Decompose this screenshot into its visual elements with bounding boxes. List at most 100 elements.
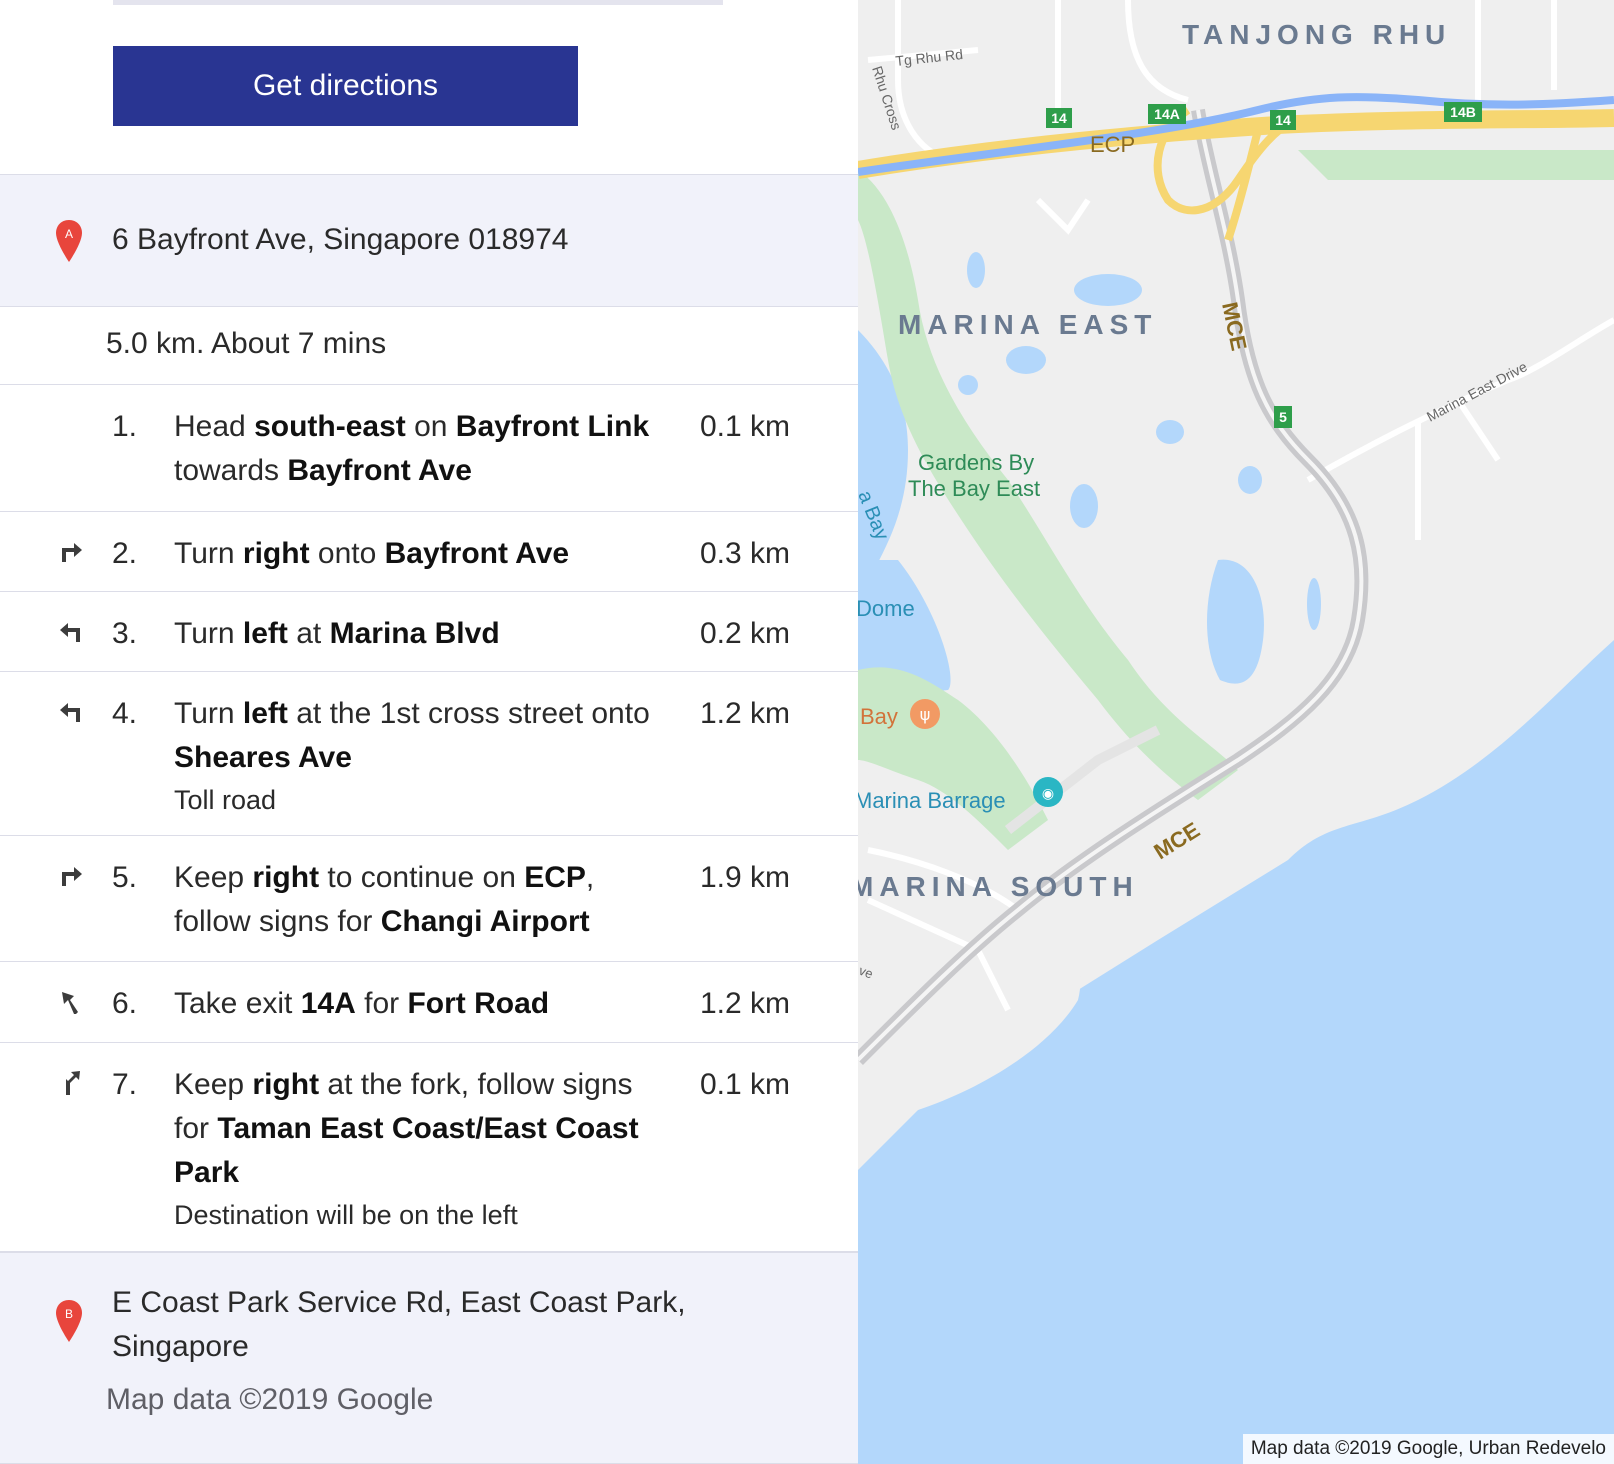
step-distance: 0.1 km xyxy=(700,1068,791,1101)
step-instruction-emphasis: Fort Road xyxy=(407,987,550,1020)
marker-a-icon: A xyxy=(56,220,82,262)
step-instruction: Take exit 14A for Fort Road xyxy=(174,982,664,1026)
destination-waypoint[interactable]: B E Coast Park Service Rd, East Coast Pa… xyxy=(0,1252,858,1464)
pond xyxy=(1074,274,1142,306)
step-instruction-text: Keep xyxy=(174,1068,253,1101)
map-attribution[interactable]: Map data ©2019 Google, Urban Redevelo xyxy=(1242,1434,1614,1464)
step-distance: 0.3 km xyxy=(700,537,791,570)
area-label-tanjong-rhu: TANJONG RHU xyxy=(1182,19,1451,50)
step-instruction-text: Keep xyxy=(174,861,253,894)
svg-text:A: A xyxy=(65,227,73,241)
step-distance: 0.1 km xyxy=(700,410,791,443)
step-instruction: Turn left at Marina Blvd xyxy=(174,612,664,656)
poi-label-gardens-line1: Gardens By xyxy=(918,450,1034,475)
step-instruction-emphasis: Sheares Ave xyxy=(174,741,352,774)
step-number: 1. xyxy=(112,410,138,443)
step-instruction-text: Turn xyxy=(174,537,243,570)
svg-text:14: 14 xyxy=(1275,112,1291,128)
map-canvas[interactable]: 14 14A 14 14B 5 TANJONG RHU MARINA EAST … xyxy=(858,0,1614,1464)
turn-left-icon xyxy=(60,703,80,722)
step-instruction-text: to continue on xyxy=(319,861,525,894)
svg-text:B: B xyxy=(65,1307,73,1321)
step-instruction-emphasis: ECP xyxy=(524,861,586,894)
step-instruction-emphasis: Taman East Coast/East Coast Park xyxy=(174,1112,639,1189)
direction-step[interactable]: 6. Take exit 14A for Fort Road 1.2 km xyxy=(0,962,858,1043)
step-instruction-emphasis: left xyxy=(242,697,288,730)
step-instruction-text: for xyxy=(355,987,408,1020)
marker-b-icon: B xyxy=(56,1300,82,1342)
step-instruction-emphasis: right xyxy=(242,537,310,570)
svg-text:ψ: ψ xyxy=(920,705,931,724)
direction-step[interactable]: 2. Turn right onto Bayfront Ave 0.3 km xyxy=(0,512,858,592)
step-distance: 1.9 km xyxy=(700,861,791,894)
step-instruction-text: at the 1st cross street onto xyxy=(287,697,650,730)
step-distance: 0.2 km xyxy=(700,617,791,650)
divider xyxy=(113,0,723,5)
step-instruction-text: Turn xyxy=(174,617,243,650)
step-number: 4. xyxy=(112,697,138,730)
step-instruction-emphasis: Changi Airport xyxy=(380,905,590,938)
svg-text:◉: ◉ xyxy=(1042,786,1054,802)
route-summary-text: 5.0 km. About 7 mins xyxy=(106,327,387,360)
step-instruction-emphasis: Bayfront Ave xyxy=(384,537,570,570)
step-instruction-emphasis: Marina Blvd xyxy=(329,617,500,650)
ramp-left-icon xyxy=(62,992,78,1014)
pond xyxy=(967,252,985,288)
step-instruction-text: Head xyxy=(174,410,255,443)
direction-step[interactable]: 4. Turn left at the 1st cross street onto… xyxy=(0,672,858,836)
step-number: 3. xyxy=(112,617,138,650)
turn-right-icon xyxy=(62,867,82,886)
get-directions-button[interactable]: Get directions xyxy=(113,46,578,126)
step-instruction-text: towards xyxy=(174,454,288,487)
exit-badge-14a: 14A xyxy=(1148,104,1186,124)
svg-text:14: 14 xyxy=(1051,110,1067,126)
pond xyxy=(1307,578,1321,630)
poi-label-dome: Dome xyxy=(858,596,915,621)
map-view[interactable]: 14 14A 14 14B 5 TANJONG RHU MARINA EAST … xyxy=(858,0,1614,1464)
coast-park xyxy=(1298,150,1614,180)
exit-badge-14: 14 xyxy=(1270,110,1296,130)
pond xyxy=(1070,484,1098,528)
step-instruction-text: at xyxy=(287,617,330,650)
exit-badge-14b: 14B xyxy=(1444,102,1482,122)
attraction-poi-icon[interactable]: ◉ xyxy=(1033,777,1063,807)
road-label-ecp: ECP xyxy=(1090,132,1135,157)
panel-copyright: Map data ©2019 Google xyxy=(106,1383,434,1416)
poi-label-gardens-line2: The Bay East xyxy=(908,476,1040,501)
step-instruction-emphasis: Bayfront Link xyxy=(455,410,650,443)
destination-address: E Coast Park Service Rd, East Coast Park… xyxy=(112,1286,686,1363)
direction-step[interactable]: 1. Head south-east on Bayfront Link towar… xyxy=(0,385,858,512)
origin-address: 6 Bayfront Ave, Singapore 018974 xyxy=(112,223,569,256)
step-instruction: Head south-east on Bayfront Link towards… xyxy=(174,405,664,493)
step-instruction: Keep right at the fork, follow signs for… xyxy=(174,1063,664,1235)
svg-text:14A: 14A xyxy=(1154,106,1180,122)
pond xyxy=(1156,420,1184,444)
step-instruction-text: on xyxy=(405,410,456,443)
step-number: 6. xyxy=(112,987,138,1020)
origin-waypoint[interactable]: A 6 Bayfront Ave, Singapore 018974 xyxy=(0,174,858,307)
poi-label-bay: Bay xyxy=(860,704,898,729)
step-note: Destination will be on the left xyxy=(174,1200,518,1230)
route-summary: 5.0 km. About 7 mins xyxy=(0,307,858,385)
step-distance: 1.2 km xyxy=(700,697,791,730)
directions-panel: Get directions A 6 Bayfront Ave, Singapo… xyxy=(0,0,858,1464)
pond xyxy=(958,375,978,395)
step-instruction-text: onto xyxy=(309,537,385,570)
step-instruction-emphasis: south-east xyxy=(254,410,406,443)
step-instruction-text: Turn xyxy=(174,697,243,730)
step-note: Toll road xyxy=(174,785,277,815)
step-number: 7. xyxy=(112,1068,138,1101)
direction-step[interactable]: 3. Turn left at Marina Blvd 0.2 km xyxy=(0,592,858,672)
turn-right-icon xyxy=(62,543,82,562)
pond xyxy=(1238,466,1262,494)
step-instruction-text: Take exit xyxy=(174,987,301,1020)
exit-badge-5: 5 xyxy=(1274,406,1292,428)
area-label-marina-south: MARINA SOUTH xyxy=(858,871,1139,902)
direction-step[interactable]: 5. Keep right to continue on ECP, follow … xyxy=(0,836,858,962)
step-instruction-emphasis: left xyxy=(242,617,288,650)
step-instruction-emphasis: right xyxy=(252,1068,320,1101)
restaurant-poi-icon[interactable]: ψ xyxy=(910,699,940,729)
direction-step[interactable]: 7. Keep right at the fork, follow signs f… xyxy=(0,1043,858,1252)
step-instruction: Keep right to continue on ECP, follow si… xyxy=(174,856,664,944)
poi-label-marina-barrage: Marina Barrage xyxy=(858,788,1006,813)
